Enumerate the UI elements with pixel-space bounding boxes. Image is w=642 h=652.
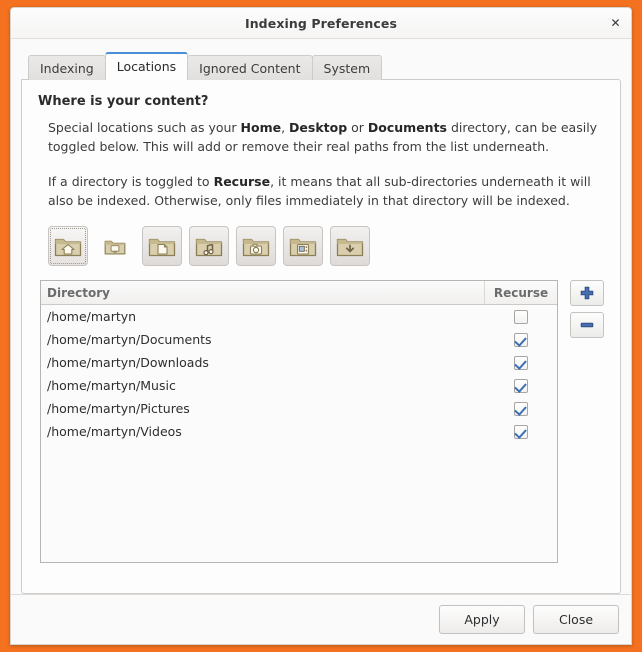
folder-documents-icon [148, 234, 176, 258]
list-body: /home/martyn /home/martyn/Documents /hom… [41, 305, 557, 562]
recurse-checkbox[interactable] [514, 378, 528, 393]
recurse-checkbox[interactable] [514, 332, 528, 347]
table-row[interactable]: /home/martyn/Videos [41, 420, 557, 443]
folder-music-icon [195, 234, 223, 258]
tab-system[interactable]: System [311, 55, 383, 80]
downloads-folder-button[interactable] [330, 226, 370, 266]
recurse-cell [485, 378, 557, 393]
directory-list-area: Directory Recurse /home/martyn /home/mar… [40, 280, 604, 563]
column-header-recurse[interactable]: Recurse [485, 281, 557, 304]
tab-locations[interactable]: Locations [104, 52, 189, 80]
remove-directory-button[interactable] [569, 312, 604, 338]
table-row[interactable]: /home/martyn/Documents [41, 328, 557, 351]
folder-desktop-icon [104, 237, 126, 256]
tab-indexing[interactable]: Indexing [28, 55, 106, 80]
special-location-toolbar [48, 226, 604, 266]
recurse-checkbox[interactable] [514, 424, 528, 439]
window-title: Indexing Preferences [244, 16, 398, 31]
recurse-description: If a directory is toggled to Recurse, it… [48, 172, 604, 210]
action-bar: Apply Close [11, 594, 631, 644]
music-folder-button[interactable] [189, 226, 229, 266]
desc1-home: Home [240, 120, 282, 135]
folder-pictures-icon [242, 234, 270, 258]
table-row[interactable]: /home/martyn [41, 305, 557, 328]
recurse-checkbox[interactable] [514, 309, 528, 324]
desc1-mid1: , [281, 120, 290, 135]
desc1-pre: Special locations such as your [48, 120, 241, 135]
folder-videos-icon [289, 234, 317, 258]
recurse-cell [485, 424, 557, 439]
recurse-checkbox[interactable] [514, 355, 528, 370]
directory-path: /home/martyn/Pictures [47, 401, 190, 416]
plus-icon [579, 285, 595, 301]
desc1-mid2: or [347, 120, 368, 135]
desktop-folder-button[interactable] [95, 226, 135, 266]
directory-path: /home/martyn/Music [47, 378, 176, 393]
folder-home-icon [54, 234, 82, 258]
directory-path: /home/martyn/Documents [47, 332, 212, 347]
directory-path: /home/martyn [47, 309, 137, 324]
close-button[interactable]: Close [533, 605, 619, 634]
recurse-cell [485, 309, 557, 324]
notebook: Indexing Locations Ignored Content Syste… [11, 39, 631, 594]
table-row[interactable]: /home/martyn/Pictures [41, 397, 557, 420]
status-row [38, 563, 604, 583]
directory-listbox[interactable]: Directory Recurse /home/martyn /home/mar… [40, 280, 558, 563]
folder-downloads-icon [336, 234, 364, 258]
list-side-buttons [558, 280, 604, 563]
recurse-checkbox[interactable] [514, 401, 528, 416]
locations-tab-panel: Where is your content? Special locations… [21, 79, 621, 594]
videos-folder-button[interactable] [283, 226, 323, 266]
recurse-cell [485, 332, 557, 347]
table-row[interactable]: /home/martyn/Downloads [41, 351, 557, 374]
directory-path: /home/martyn/Videos [47, 424, 182, 439]
minus-icon [579, 317, 595, 333]
tab-strip: Indexing Locations Ignored Content Syste… [21, 52, 621, 80]
documents-folder-button[interactable] [142, 226, 182, 266]
desc1-documents: Documents [367, 120, 447, 135]
desktop-background: Indexing Preferences ✕ Indexing Location… [0, 0, 642, 652]
desc2-recurse: Recurse [213, 174, 271, 189]
close-icon[interactable]: ✕ [606, 14, 625, 33]
column-header-directory[interactable]: Directory [41, 281, 485, 304]
recurse-cell [485, 401, 557, 416]
special-locations-description: Special locations such as your Home, Des… [48, 118, 604, 156]
recurse-cell [485, 355, 557, 370]
desc1-desktop: Desktop [289, 120, 348, 135]
list-header-row: Directory Recurse [41, 281, 557, 305]
page-title: Where is your content? [38, 94, 209, 109]
tab-ignored-content[interactable]: Ignored Content [187, 55, 313, 80]
table-row[interactable]: /home/martyn/Music [41, 374, 557, 397]
add-directory-button[interactable] [569, 280, 604, 306]
indexing-preferences-dialog: Indexing Preferences ✕ Indexing Location… [10, 7, 632, 645]
pictures-folder-button[interactable] [236, 226, 276, 266]
titlebar: Indexing Preferences ✕ [11, 8, 631, 39]
home-folder-button[interactable] [48, 226, 88, 266]
apply-button[interactable]: Apply [439, 605, 525, 634]
desc2-pre: If a directory is toggled to [48, 174, 214, 189]
directory-path: /home/martyn/Downloads [47, 355, 209, 370]
